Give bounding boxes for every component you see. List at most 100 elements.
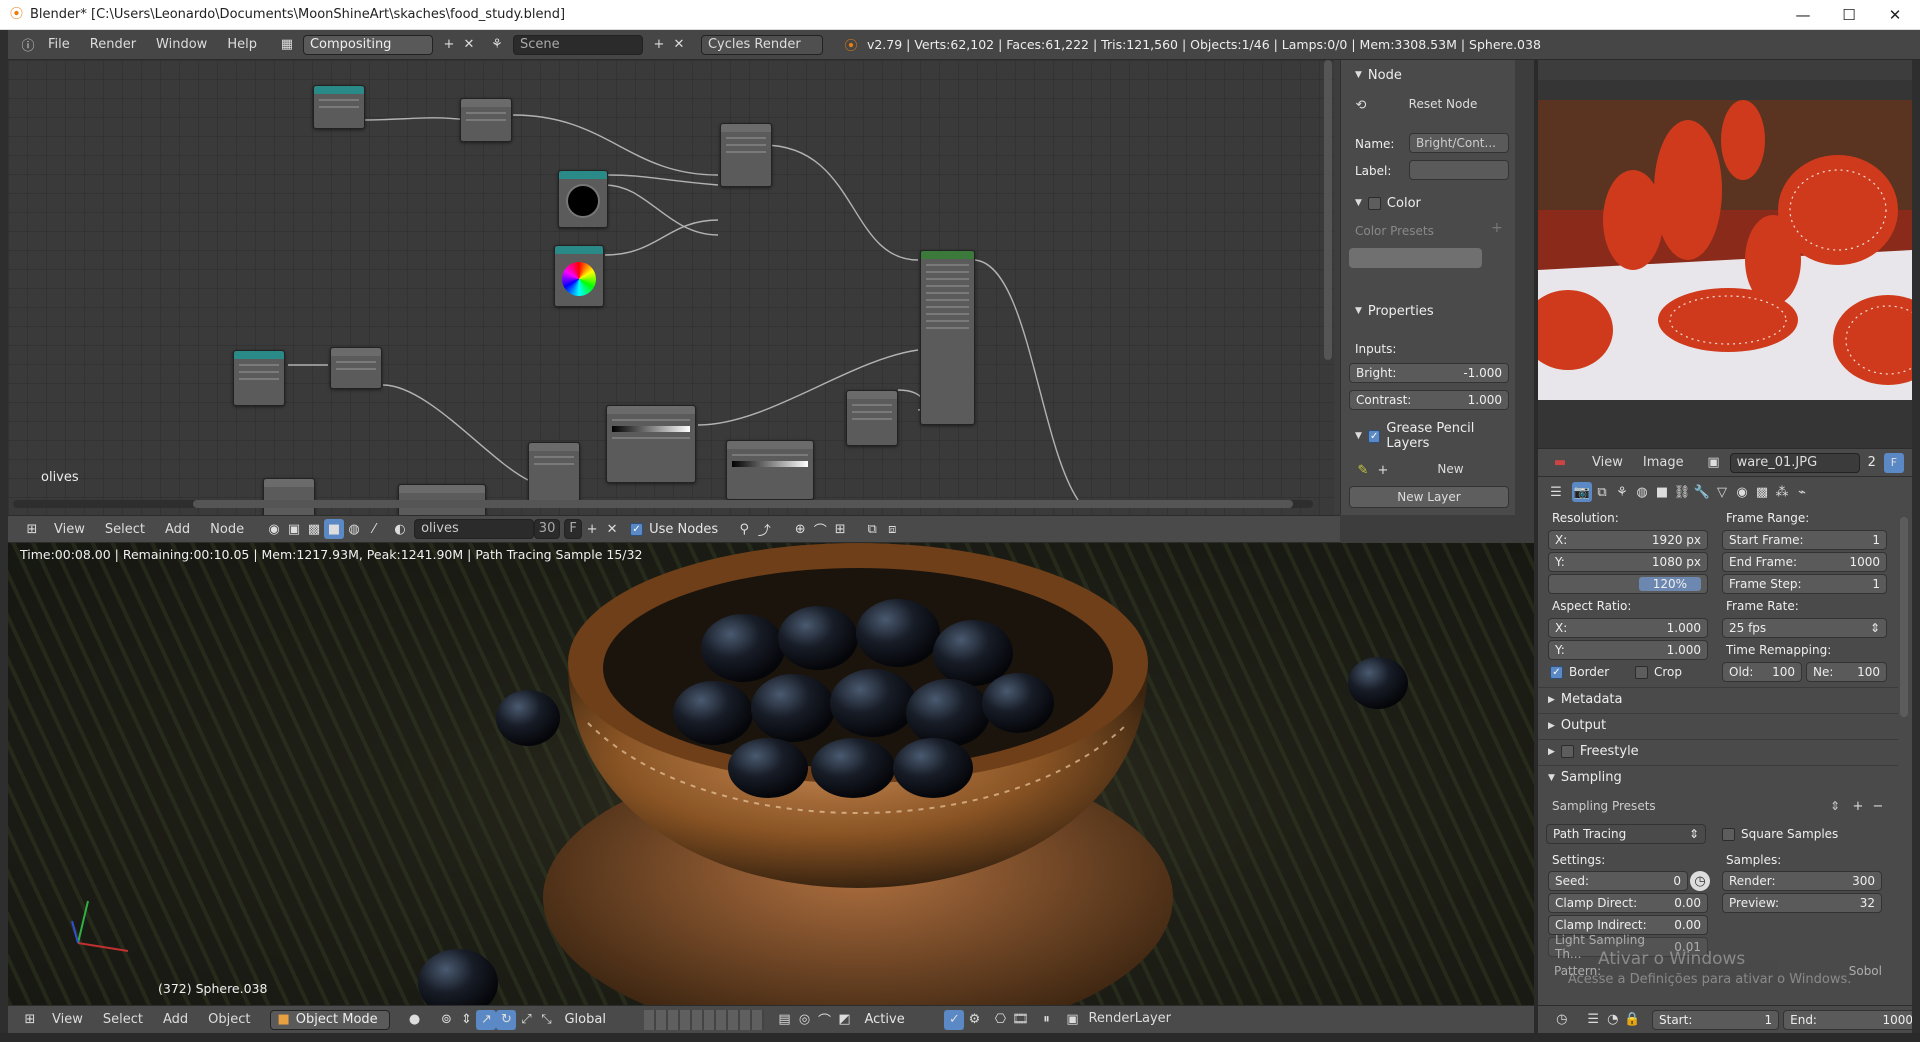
timeline-start-field[interactable]: Start: 1 bbox=[1652, 1009, 1780, 1030]
scene-icon[interactable]: ⚘ bbox=[487, 35, 507, 55]
render-samples-field[interactable]: Render: 300 bbox=[1722, 871, 1882, 891]
interaction-mode-select[interactable]: ■ Object Mode bbox=[270, 1009, 391, 1030]
properties-panel-header[interactable]: ▼ Properties bbox=[1355, 300, 1434, 322]
grease-pencil-panel-header[interactable]: ▼ Grease Pencil Layers bbox=[1355, 421, 1515, 451]
node-panel-header[interactable]: ▼ Node bbox=[1355, 64, 1402, 86]
crop-toggle[interactable]: Crop bbox=[1635, 665, 1682, 679]
scale-manipulator-icon[interactable]: ⤢ bbox=[516, 1010, 536, 1030]
preview-samples-field[interactable]: Preview: 32 bbox=[1722, 893, 1882, 913]
render-layers-tab-icon[interactable]: ⧉ bbox=[1592, 482, 1612, 502]
pin-icon[interactable]: ⚲ bbox=[734, 519, 754, 539]
node-color-ramp-2[interactable] bbox=[726, 440, 814, 500]
node-color-swatch[interactable] bbox=[1349, 248, 1482, 268]
snap-mode-icon[interactable]: ⌒ bbox=[810, 519, 830, 539]
snap-toggle-icon[interactable]: ⌒ bbox=[814, 1010, 834, 1030]
node-principled-bsdf[interactable] bbox=[920, 250, 975, 425]
contrast-field[interactable]: Contrast: 1.000 bbox=[1349, 390, 1509, 410]
area-divider[interactable] bbox=[1534, 60, 1538, 1033]
constraints-tab-icon[interactable]: ⛓ bbox=[1672, 482, 1692, 502]
image-browse-icon[interactable]: ▣ bbox=[1704, 453, 1724, 473]
timeline-end-field[interactable]: End: 1000 bbox=[1783, 1009, 1920, 1030]
aspect-y-field[interactable]: Y: 1.000 bbox=[1548, 640, 1708, 660]
remove-scene-icon[interactable]: ✕ bbox=[669, 35, 689, 55]
editor-type-icon[interactable]: ▬ bbox=[1550, 453, 1570, 473]
menu-toggle-icon[interactable]: ☰ bbox=[1584, 1010, 1604, 1030]
node-editor-hscrollbar[interactable] bbox=[13, 500, 1313, 508]
unlink-node-tree-icon[interactable]: ✕ bbox=[602, 519, 622, 539]
node-menu-view[interactable]: View bbox=[54, 522, 85, 537]
freestyle-panel-header[interactable]: ▶ Freestyle bbox=[1538, 739, 1898, 763]
screen-layout-icon[interactable]: ▦ bbox=[277, 35, 297, 55]
resolution-percentage-field[interactable]: 120% bbox=[1548, 574, 1708, 594]
aspect-x-field[interactable]: X: 1.000 bbox=[1548, 618, 1708, 638]
editor-type-icon[interactable]: ◷ bbox=[1552, 1010, 1572, 1030]
line-style-icon[interactable]: ⁄ bbox=[364, 519, 384, 539]
bright-field[interactable]: Bright: -1.000 bbox=[1349, 363, 1509, 383]
world-tab-icon[interactable]: ◍ bbox=[1632, 482, 1652, 502]
menu-window[interactable]: Window bbox=[156, 37, 207, 52]
render-image-icon[interactable]: ⎔ bbox=[990, 1010, 1010, 1030]
snap-icon[interactable]: ⊕ bbox=[790, 519, 810, 539]
close-button[interactable]: ✕ bbox=[1872, 0, 1918, 30]
integrator-select[interactable]: Path Tracing ⇕ bbox=[1546, 824, 1706, 844]
image-name-field[interactable]: ware_01.JPG bbox=[1729, 452, 1860, 473]
render-tab-icon[interactable]: 📷 bbox=[1572, 482, 1592, 502]
lock-camera-icon[interactable]: ▤ bbox=[774, 1010, 794, 1030]
add-screen-icon[interactable]: + bbox=[439, 35, 459, 55]
node-color-ramp[interactable] bbox=[606, 405, 696, 483]
new-layer-button[interactable]: New Layer bbox=[1349, 486, 1509, 508]
node-noise-texture[interactable] bbox=[233, 350, 285, 406]
view3d-menu-object[interactable]: Object bbox=[208, 1012, 250, 1027]
use-nodes-checkbox[interactable] bbox=[630, 522, 644, 536]
snap-active-icon[interactable]: ✓ bbox=[944, 1009, 965, 1030]
editor-type-icon[interactable]: ⊞ bbox=[20, 1010, 40, 1030]
resolution-y-field[interactable]: Y: 1080 px bbox=[1548, 552, 1708, 572]
keying-icon[interactable]: 🔒 bbox=[1623, 1010, 1643, 1030]
node-object-info[interactable] bbox=[313, 85, 365, 129]
node-editor-canvas[interactable]: olives bbox=[8, 60, 1334, 515]
minimize-button[interactable]: — bbox=[1780, 0, 1826, 30]
pivot-point-icon[interactable]: ⊚ bbox=[436, 1010, 456, 1030]
border-toggle[interactable]: Border bbox=[1550, 665, 1609, 679]
node-bright-contrast-2[interactable] bbox=[330, 347, 382, 389]
parent-tree-icon[interactable]: ⤴ bbox=[754, 519, 774, 539]
start-frame-field[interactable]: Start Frame: 1 bbox=[1722, 530, 1887, 550]
scene-tab-icon[interactable]: ⚘ bbox=[1612, 482, 1632, 502]
use-custom-color-checkbox[interactable] bbox=[1367, 196, 1381, 210]
editor-type-icon[interactable]: ☰ bbox=[1546, 482, 1566, 502]
border-checkbox[interactable] bbox=[1550, 665, 1563, 679]
animated-seed-clock-icon[interactable]: ◷ bbox=[1690, 871, 1710, 891]
node-mix-2[interactable] bbox=[528, 442, 580, 502]
image-menu-view[interactable]: View bbox=[1592, 455, 1623, 470]
view3d-menu-select[interactable]: Select bbox=[103, 1012, 143, 1027]
image-editor-canvas[interactable] bbox=[1538, 80, 1912, 448]
metadata-panel-header[interactable]: ▶ Metadata bbox=[1538, 687, 1898, 711]
render-layer-icon[interactable]: ▣ bbox=[1062, 1010, 1082, 1030]
world-shader-icon[interactable]: ◍ bbox=[344, 519, 364, 539]
texture-nodes-icon[interactable]: ▩ bbox=[304, 519, 324, 539]
particles-tab-icon[interactable]: ⁂ bbox=[1772, 482, 1792, 502]
material-tab-icon[interactable]: ◉ bbox=[1732, 482, 1752, 502]
time-remap-old-field[interactable]: Old: 100 bbox=[1722, 662, 1802, 682]
frame-rate-select[interactable]: 25 fps ⇕ bbox=[1722, 618, 1887, 638]
node-menu-select[interactable]: Select bbox=[105, 522, 145, 537]
physics-tab-icon[interactable]: ⌁ bbox=[1792, 482, 1812, 502]
paste-nodes-icon[interactable]: ⧈ bbox=[882, 519, 902, 539]
transform-orientation-select[interactable]: Global bbox=[564, 1012, 634, 1027]
end-frame-field[interactable]: End Frame: 1000 bbox=[1722, 552, 1887, 572]
menu-help[interactable]: Help bbox=[227, 37, 257, 52]
color-presets-menu[interactable]: Color Presets bbox=[1355, 224, 1434, 238]
node-menu-node[interactable]: Node bbox=[210, 522, 244, 537]
editor-type-icon[interactable]: ⊞ bbox=[22, 519, 42, 539]
remove-preset-icon[interactable]: − bbox=[1868, 796, 1888, 816]
fake-user-toggle[interactable]: F bbox=[564, 519, 583, 539]
node-mix[interactable] bbox=[720, 123, 772, 187]
square-samples-checkbox[interactable] bbox=[1722, 827, 1735, 841]
node-name-field[interactable]: Bright/Cont... bbox=[1409, 133, 1509, 153]
shader-nodes-icon[interactable]: ◉ bbox=[264, 519, 284, 539]
reset-node-button[interactable]: Reset Node bbox=[1375, 94, 1511, 116]
scene-field[interactable]: Scene bbox=[512, 34, 643, 55]
view3d-menu-view[interactable]: View bbox=[52, 1012, 83, 1027]
data-tab-icon[interactable]: ▽ bbox=[1712, 482, 1732, 502]
menu-file[interactable]: File bbox=[48, 37, 70, 52]
